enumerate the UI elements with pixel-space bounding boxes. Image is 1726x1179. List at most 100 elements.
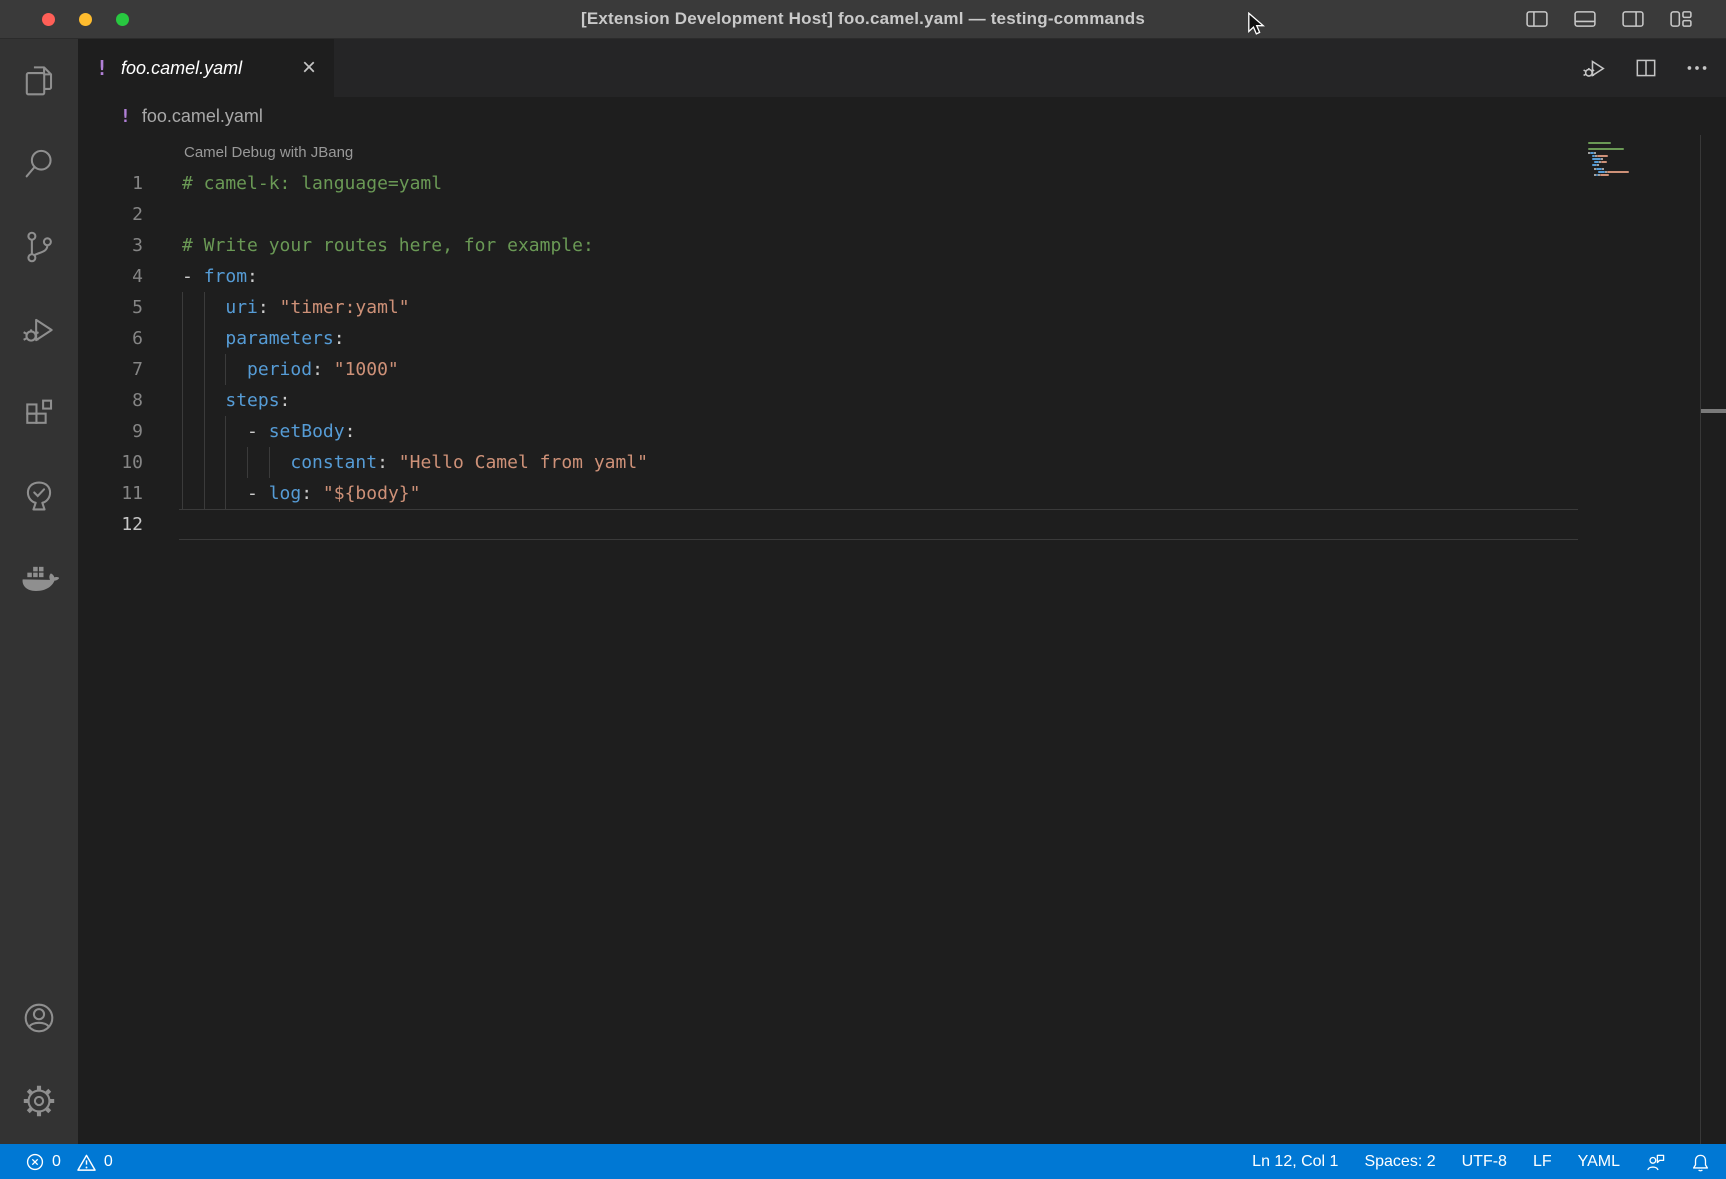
line-content: - setBody: bbox=[182, 416, 355, 447]
toggle-primary-sidebar-icon[interactable] bbox=[1526, 10, 1548, 28]
account-icon bbox=[20, 999, 58, 1037]
status-language-mode[interactable]: YAML bbox=[1578, 1153, 1620, 1171]
status-bar-right: Ln 12, Col 1 Spaces: 2 UTF-8 LF YAML bbox=[1252, 1153, 1710, 1172]
status-bar: 0 0 Ln 12, Col 1 Spaces: 2 UTF-8 LF YAML bbox=[0, 1144, 1726, 1179]
breadcrumb-item-filename[interactable]: foo.camel.yaml bbox=[142, 106, 263, 127]
code-line-10[interactable]: 10 constant: "Hello Camel from yaml" bbox=[78, 447, 1582, 478]
code-editor[interactable]: Camel Debug with JBang 1 # camel-k: langu… bbox=[78, 135, 1726, 1144]
minimap[interactable] bbox=[1588, 142, 1704, 202]
activity-bar-item-extensions[interactable] bbox=[0, 371, 78, 454]
feedback-icon[interactable] bbox=[1646, 1153, 1665, 1172]
activity-bar-item-run-and-debug[interactable] bbox=[0, 288, 78, 371]
run-or-debug-icon[interactable] bbox=[1581, 55, 1608, 82]
activity-bar-item-search[interactable] bbox=[0, 122, 78, 205]
indent-guide bbox=[204, 416, 205, 447]
codelens-camel-debug[interactable]: Camel Debug with JBang bbox=[78, 135, 1726, 168]
code-line-2[interactable]: 2 bbox=[78, 199, 1582, 230]
error-icon bbox=[26, 1153, 44, 1171]
activity-bar bbox=[0, 39, 78, 1144]
error-count: 0 bbox=[52, 1153, 61, 1171]
code-line-4[interactable]: 4- from: bbox=[78, 261, 1582, 292]
status-eol[interactable]: LF bbox=[1533, 1153, 1552, 1171]
minimap-line bbox=[1600, 174, 1609, 176]
breadcrumb: ! foo.camel.yaml bbox=[78, 97, 1726, 135]
minimap-line bbox=[1597, 164, 1599, 166]
toggle-secondary-sidebar-icon[interactable] bbox=[1622, 10, 1644, 28]
minimap-line bbox=[1607, 171, 1629, 173]
indent-guide bbox=[269, 447, 270, 478]
code-line-9[interactable]: 9 - setBody: bbox=[78, 416, 1582, 447]
activity-bar-item-source-control[interactable] bbox=[0, 205, 78, 288]
indent-guide bbox=[182, 478, 183, 509]
code-line-7[interactable]: 7 period: "1000" bbox=[78, 354, 1582, 385]
zoom-window-button[interactable] bbox=[116, 13, 129, 26]
code-lines: 1 # camel-k: language=yaml 23# Write your … bbox=[78, 168, 1726, 540]
line-number: 3 bbox=[78, 230, 143, 261]
status-cursor-position[interactable]: Ln 12, Col 1 bbox=[1252, 1153, 1338, 1171]
code-line-1[interactable]: 1 # camel-k: language=yaml bbox=[78, 168, 1582, 199]
window-controls bbox=[42, 13, 129, 26]
tab-label: foo.camel.yaml bbox=[121, 58, 242, 79]
indent-guide bbox=[225, 416, 226, 447]
code-line-12[interactable]: 12 bbox=[78, 509, 1582, 540]
tree-check-icon bbox=[20, 477, 58, 515]
close-tab-icon[interactable]: × bbox=[302, 56, 316, 80]
code-line-11[interactable]: 11 - log: "${body}" bbox=[78, 478, 1582, 509]
indent-guide bbox=[204, 323, 205, 354]
code-line-5[interactable]: 5 uri: "timer:yaml" bbox=[78, 292, 1582, 323]
debug-icon bbox=[20, 311, 58, 349]
line-content: - from: bbox=[182, 261, 258, 292]
close-window-button[interactable] bbox=[42, 13, 55, 26]
title-bar: [Extension Development Host] foo.camel.y… bbox=[0, 0, 1726, 39]
activity-bar-item-accounts[interactable] bbox=[0, 976, 78, 1059]
more-actions-icon[interactable] bbox=[1684, 55, 1710, 81]
indent-guide bbox=[204, 385, 205, 416]
indent-guide bbox=[204, 354, 205, 385]
notifications-bell-icon[interactable] bbox=[1691, 1153, 1710, 1172]
line-content: uri: "timer:yaml" bbox=[182, 292, 410, 323]
indent-guide bbox=[182, 323, 183, 354]
code-line-3[interactable]: 3# Write your routes here, for example: bbox=[78, 230, 1582, 261]
line-number: 6 bbox=[78, 323, 143, 354]
files-icon bbox=[20, 62, 58, 100]
indent-guide bbox=[204, 292, 205, 323]
minimap-line bbox=[1601, 158, 1603, 160]
tab-bar: ! foo.camel.yaml × bbox=[78, 39, 1726, 97]
window-title: [Extension Development Host] foo.camel.y… bbox=[0, 9, 1726, 29]
activity-bar-item-manage[interactable] bbox=[0, 1059, 78, 1142]
current-line-highlight bbox=[179, 509, 1578, 540]
activity-bar-item-explorer[interactable] bbox=[0, 39, 78, 122]
customize-layout-icon[interactable] bbox=[1670, 10, 1692, 28]
minimap-line bbox=[1592, 164, 1597, 166]
warning-count: 0 bbox=[104, 1153, 113, 1171]
minimap-line bbox=[1596, 168, 1603, 170]
warning-icon bbox=[77, 1153, 96, 1172]
line-content: steps: bbox=[182, 385, 290, 416]
status-encoding[interactable]: UTF-8 bbox=[1462, 1153, 1507, 1171]
split-editor-icon[interactable] bbox=[1633, 55, 1659, 81]
activity-bar-item-testing[interactable] bbox=[0, 454, 78, 537]
editor-group: ! foo.camel.yaml × ! foo.camel.yaml Came… bbox=[78, 39, 1726, 1144]
line-content: parameters: bbox=[182, 323, 345, 354]
status-indentation[interactable]: Spaces: 2 bbox=[1364, 1153, 1435, 1171]
indent-guide bbox=[204, 478, 205, 509]
line-content: # camel-k: language=yaml bbox=[182, 168, 442, 199]
line-number: 1 bbox=[78, 168, 143, 199]
overview-ruler[interactable] bbox=[1700, 135, 1726, 1144]
problems-status[interactable]: 0 0 bbox=[26, 1153, 121, 1172]
overview-cursor-marker bbox=[1701, 409, 1726, 413]
line-number: 9 bbox=[78, 416, 143, 447]
indent-guide bbox=[182, 416, 183, 447]
minimize-window-button[interactable] bbox=[79, 13, 92, 26]
tab-foo-camel-yaml[interactable]: ! foo.camel.yaml × bbox=[78, 39, 334, 97]
minimap-line bbox=[1588, 148, 1624, 150]
activity-bar-item-docker[interactable] bbox=[0, 537, 78, 620]
extensions-icon bbox=[20, 394, 58, 432]
editor-actions bbox=[1581, 39, 1710, 97]
yaml-file-icon: ! bbox=[96, 56, 108, 80]
toggle-panel-icon[interactable] bbox=[1574, 10, 1596, 28]
code-line-8[interactable]: 8 steps: bbox=[78, 385, 1582, 416]
code-line-6[interactable]: 6 parameters: bbox=[78, 323, 1582, 354]
minimap-line bbox=[1601, 161, 1607, 163]
line-number: 2 bbox=[78, 199, 143, 230]
